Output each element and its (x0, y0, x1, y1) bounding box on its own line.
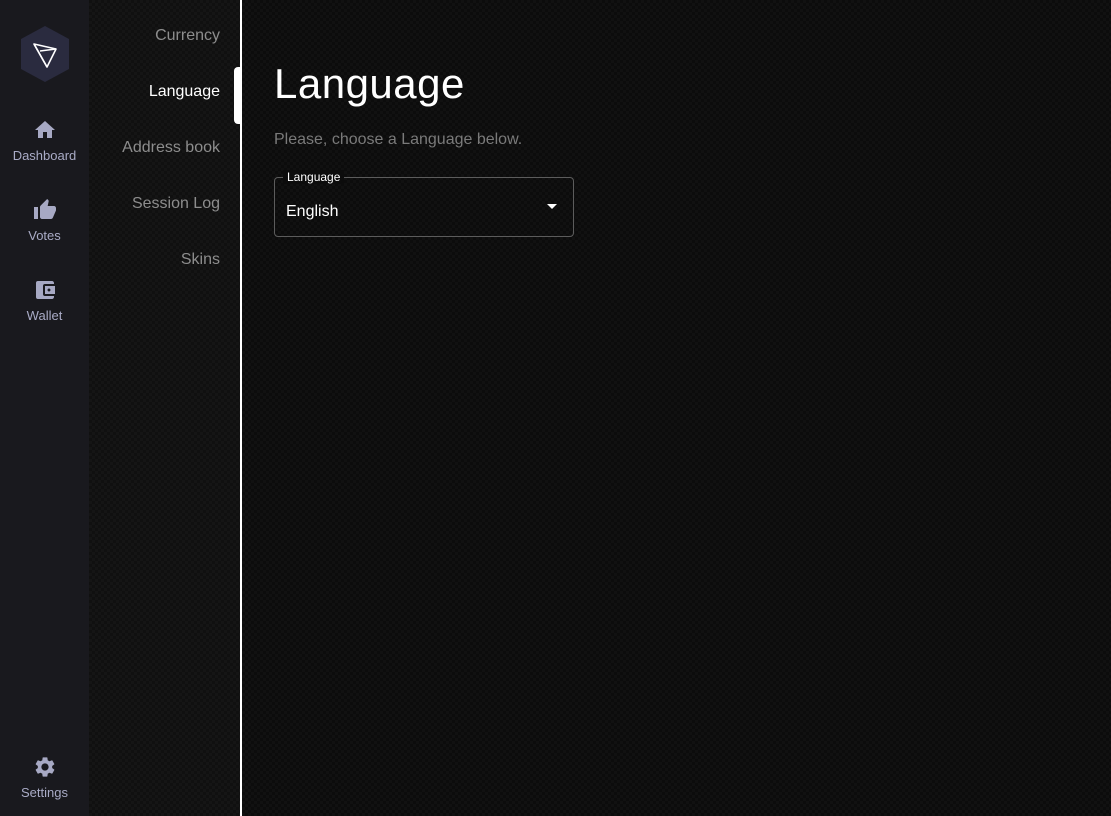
home-icon (34, 121, 55, 138)
icon-rail: Dashboard Votes Wallet Settings (0, 0, 89, 816)
settings-submenu: Currency Language Address book Session L… (89, 0, 240, 816)
nav-wallet[interactable]: Wallet (0, 278, 89, 342)
submenu-item-address-book[interactable]: Address book (122, 138, 220, 158)
language-select-label: Language (283, 170, 345, 184)
tron-logo-icon[interactable] (19, 24, 71, 84)
nav-wallet-label: Wallet (26, 308, 63, 323)
main-content: Language Please, choose a Language below… (242, 0, 1111, 816)
language-select-value: English (286, 203, 339, 220)
wallet-icon (35, 281, 55, 299)
submenu-item-currency[interactable]: Currency (155, 26, 220, 46)
thumbs-up-icon (33, 199, 56, 219)
nav-votes[interactable]: Votes (0, 198, 89, 262)
app-window: Dashboard Votes Wallet Settings Currency… (0, 0, 1111, 816)
page-subtitle: Please, choose a Language below. (274, 131, 523, 148)
language-select[interactable]: Language English (274, 170, 574, 237)
nav-dashboard-label: Dashboard (12, 148, 77, 163)
nav-dashboard[interactable]: Dashboard (0, 118, 89, 182)
nav-votes-label: Votes (28, 228, 61, 243)
page-title: Language (274, 60, 465, 107)
dropdown-arrow-icon (547, 204, 557, 209)
gear-icon (35, 757, 54, 777)
submenu-item-session-log[interactable]: Session Log (132, 194, 220, 214)
submenu-item-skins[interactable]: Skins (181, 250, 220, 270)
nav-settings[interactable]: Settings (0, 755, 89, 816)
nav-settings-label: Settings (21, 785, 68, 800)
submenu-item-language[interactable]: Language (149, 82, 220, 102)
